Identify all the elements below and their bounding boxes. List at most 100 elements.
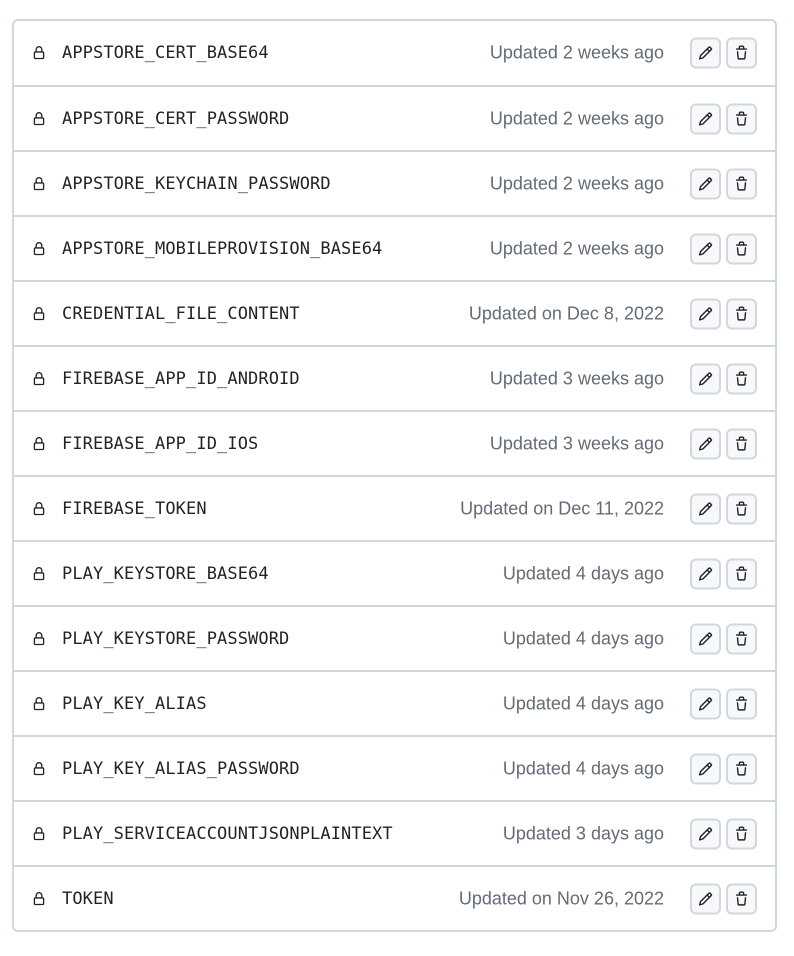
edit-secret-button[interactable] — [690, 558, 721, 589]
secret-row: APPSTORE_MOBILEPROVISION_BASE64 Updated … — [14, 215, 775, 280]
secret-name: PLAY_KEYSTORE_BASE64 — [62, 563, 269, 584]
delete-secret-button[interactable] — [726, 623, 757, 654]
secret-updated-time: Updated 2 weeks ago — [489, 42, 664, 63]
secret-updated-time: Updated on Nov 26, 2022 — [458, 888, 664, 908]
delete-secret-button[interactable] — [726, 493, 757, 524]
secret-updated-time: Updated 2 weeks ago — [489, 173, 664, 193]
trash-icon — [735, 826, 748, 841]
lock-icon — [32, 891, 46, 907]
secret-actions — [690, 103, 757, 134]
secret-name: PLAY_KEY_ALIAS — [62, 693, 207, 714]
secret-updated-time: Updated 2 weeks ago — [489, 108, 664, 128]
secret-row: FIREBASE_APP_ID_ANDROID Updated 3 weeks … — [14, 345, 775, 410]
pencil-icon — [698, 111, 713, 126]
secret-name: TOKEN — [62, 888, 114, 909]
edit-secret-button[interactable] — [690, 428, 721, 459]
trash-icon — [735, 891, 748, 906]
edit-secret-button[interactable] — [690, 363, 721, 394]
edit-secret-button[interactable] — [690, 37, 721, 69]
lock-icon — [32, 45, 46, 61]
pencil-icon — [698, 501, 713, 516]
delete-secret-button[interactable] — [726, 688, 757, 719]
delete-secret-button[interactable] — [726, 363, 757, 394]
secret-actions — [690, 298, 757, 329]
secret-updated-time: Updated on Dec 11, 2022 — [460, 498, 664, 518]
delete-secret-button[interactable] — [726, 298, 757, 329]
edit-secret-button[interactable] — [690, 623, 721, 654]
secrets-list: APPSTORE_CERT_BASE64 Updated 2 weeks ago… — [12, 19, 777, 932]
pencil-icon — [698, 176, 713, 191]
secret-row: PLAY_KEY_ALIAS Updated 4 days ago — [14, 670, 775, 735]
secret-row: APPSTORE_CERT_PASSWORD Updated 2 weeks a… — [14, 85, 775, 150]
secret-name: CREDENTIAL_FILE_CONTENT — [62, 303, 300, 324]
lock-icon — [32, 371, 46, 387]
secret-actions — [690, 753, 757, 784]
edit-secret-button[interactable] — [690, 298, 721, 329]
secret-row: PLAY_SERVICEACCOUNTJSONPLAINTEXT Updated… — [14, 800, 775, 865]
secret-updated-time: Updated 3 days ago — [502, 823, 664, 843]
secret-actions — [690, 623, 757, 654]
pencil-icon — [698, 371, 713, 386]
trash-icon — [735, 306, 748, 321]
pencil-icon — [698, 631, 713, 646]
secret-name: FIREBASE_TOKEN — [62, 498, 207, 519]
delete-secret-button[interactable] — [726, 753, 757, 784]
delete-secret-button[interactable] — [726, 558, 757, 589]
pencil-icon — [698, 826, 713, 841]
edit-secret-button[interactable] — [690, 883, 721, 914]
lock-icon — [32, 111, 46, 127]
secret-name: APPSTORE_MOBILEPROVISION_BASE64 — [62, 238, 383, 259]
pencil-icon — [698, 306, 713, 321]
secret-updated-time: Updated 4 days ago — [502, 628, 664, 648]
lock-icon — [32, 241, 46, 257]
delete-secret-button[interactable] — [726, 37, 757, 69]
trash-icon — [735, 436, 748, 451]
edit-secret-button[interactable] — [690, 103, 721, 134]
edit-secret-button[interactable] — [690, 753, 721, 784]
edit-secret-button[interactable] — [690, 233, 721, 264]
secret-row: PLAY_KEY_ALIAS_PASSWORD Updated 4 days a… — [14, 735, 775, 800]
delete-secret-button[interactable] — [726, 818, 757, 849]
edit-secret-button[interactable] — [690, 688, 721, 719]
delete-secret-button[interactable] — [726, 883, 757, 914]
lock-icon — [32, 566, 46, 582]
pencil-icon — [698, 696, 713, 711]
pencil-icon — [698, 761, 713, 776]
secret-name: FIREBASE_APP_ID_ANDROID — [62, 368, 300, 389]
secret-actions — [690, 493, 757, 524]
lock-icon — [32, 631, 46, 647]
secret-row: APPSTORE_CERT_BASE64 Updated 2 weeks ago — [14, 21, 775, 85]
secret-updated-time: Updated 4 days ago — [502, 758, 664, 778]
trash-icon — [735, 111, 748, 126]
pencil-icon — [698, 241, 713, 256]
edit-secret-button[interactable] — [690, 168, 721, 199]
secret-actions — [690, 233, 757, 264]
trash-icon — [735, 696, 748, 711]
pencil-icon — [698, 891, 713, 906]
trash-icon — [735, 241, 748, 256]
secret-actions — [690, 363, 757, 394]
lock-icon — [32, 306, 46, 322]
delete-secret-button[interactable] — [726, 233, 757, 264]
secret-actions — [690, 558, 757, 589]
delete-secret-button[interactable] — [726, 428, 757, 459]
lock-icon — [32, 696, 46, 712]
trash-icon — [735, 371, 748, 386]
secret-row: FIREBASE_APP_ID_IOS Updated 3 weeks ago — [14, 410, 775, 475]
lock-icon — [32, 761, 46, 777]
lock-icon — [32, 501, 46, 517]
delete-secret-button[interactable] — [726, 168, 757, 199]
secret-actions — [690, 37, 757, 69]
secret-actions — [690, 168, 757, 199]
trash-icon — [735, 631, 748, 646]
edit-secret-button[interactable] — [690, 493, 721, 524]
secret-name: APPSTORE_CERT_PASSWORD — [62, 108, 290, 129]
secret-name: APPSTORE_KEYCHAIN_PASSWORD — [62, 173, 331, 194]
lock-icon — [32, 436, 46, 452]
secret-row: FIREBASE_TOKEN Updated on Dec 11, 2022 — [14, 475, 775, 540]
trash-icon — [735, 45, 748, 60]
lock-icon — [32, 826, 46, 842]
secret-actions — [690, 428, 757, 459]
edit-secret-button[interactable] — [690, 818, 721, 849]
delete-secret-button[interactable] — [726, 103, 757, 134]
